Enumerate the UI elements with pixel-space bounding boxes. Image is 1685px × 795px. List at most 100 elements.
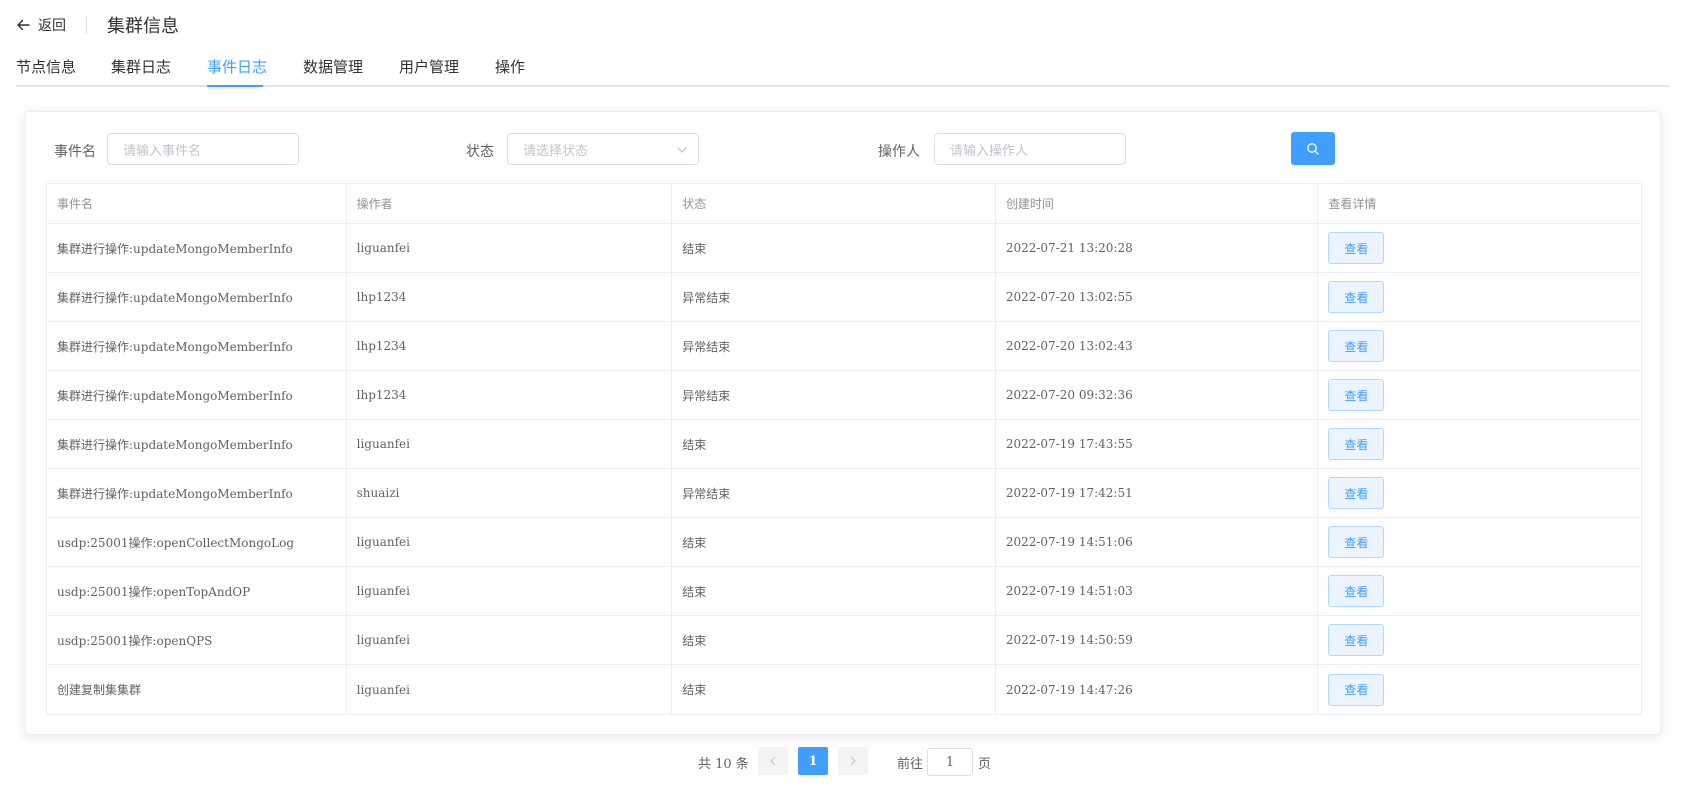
tab-bar: 节点信息 集群日志 事件日志 数据管理 用户管理 操作 [16, 52, 1670, 87]
status-cell: 结束 [672, 616, 996, 664]
details-cell: 查看 [1318, 224, 1641, 272]
event-name-cell: usdp:25001操作:openQPS [47, 616, 347, 664]
view-button[interactable]: 查看 [1328, 379, 1385, 411]
tab-node-info[interactable]: 节点信息 [16, 56, 76, 87]
event-name-cell: 集群进行操作:updateMongoMemberInfo [47, 322, 347, 370]
status-cell: 异常结束 [672, 273, 996, 321]
created-time-cell: 2022-07-19 17:43:55 [996, 420, 1319, 468]
page-header: 返回 集群信息 [16, 12, 179, 38]
table-row: 集群进行操作:updateMongoMemberInfo liguanfei 结… [47, 420, 1641, 469]
event-name-input[interactable]: 请输入事件名 [107, 133, 299, 165]
event-name-cell: 创建复制集集群 [47, 665, 347, 714]
operator-cell: liguanfei [347, 420, 673, 468]
event-table: 事件名 操作者 状态 创建时间 查看详情 集群进行操作:updateMongoM… [46, 183, 1642, 715]
status-select[interactable]: 请选择状态 [507, 133, 699, 165]
status-cell: 异常结束 [672, 371, 996, 419]
search-button[interactable] [1291, 132, 1335, 165]
table-row: usdp:25001操作:openQPS liguanfei 结束 2022-0… [47, 616, 1641, 665]
tab-cluster-log[interactable]: 集群日志 [111, 56, 171, 87]
status-cell: 结束 [672, 518, 996, 566]
event-name-cell: usdp:25001操作:openTopAndOP [47, 567, 347, 615]
table-row: 集群进行操作:updateMongoMemberInfo shuaizi 异常结… [47, 469, 1641, 518]
table-row: 创建复制集集群 liguanfei 结束 2022-07-19 14:47:26… [47, 665, 1641, 714]
event-name-cell: 集群进行操作:updateMongoMemberInfo [47, 224, 347, 272]
tab-user-management[interactable]: 用户管理 [399, 56, 459, 87]
status-placeholder: 请选择状态 [523, 143, 589, 159]
column-header: 创建时间 [996, 184, 1319, 223]
event-name-cell: usdp:25001操作:openCollectMongoLog [47, 518, 347, 566]
operator-cell: lhp1234 [347, 273, 673, 321]
details-cell: 查看 [1318, 518, 1641, 566]
table-header: 事件名 操作者 状态 创建时间 查看详情 [47, 184, 1641, 224]
operator-cell: shuaizi [347, 469, 673, 517]
active-tab-indicator [207, 85, 263, 87]
chevron-down-icon [677, 147, 687, 153]
created-time-cell: 2022-07-19 14:51:06 [996, 518, 1319, 566]
table-row: 集群进行操作:updateMongoMemberInfo lhp1234 异常结… [47, 273, 1641, 322]
operator-label: 操作人 [878, 144, 920, 160]
details-cell: 查看 [1318, 665, 1641, 714]
status-cell: 结束 [672, 224, 996, 272]
event-name-cell: 集群进行操作:updateMongoMemberInfo [47, 469, 347, 517]
created-time-cell: 2022-07-19 14:51:03 [996, 567, 1319, 615]
tab-operations[interactable]: 操作 [495, 56, 525, 87]
created-time-cell: 2022-07-19 14:50:59 [996, 616, 1319, 664]
details-cell: 查看 [1318, 616, 1641, 664]
status-cell: 结束 [672, 567, 996, 615]
created-time-cell: 2022-07-19 14:47:26 [996, 665, 1319, 714]
view-button[interactable]: 查看 [1328, 281, 1385, 313]
search-icon [1307, 142, 1319, 155]
goto-label: 前往 [897, 757, 924, 772]
header-divider [86, 17, 87, 33]
tab-event-log[interactable]: 事件日志 [207, 56, 267, 87]
event-name-label: 事件名 [54, 144, 96, 160]
chevron-left-icon [770, 756, 776, 766]
view-button[interactable]: 查看 [1328, 624, 1385, 656]
prev-page-button[interactable] [758, 747, 788, 775]
goto-page-input[interactable]: 1 [927, 748, 973, 776]
operator-cell: liguanfei [347, 567, 673, 615]
arrow-left-icon [17, 19, 30, 31]
column-header: 查看详情 [1328, 197, 1377, 211]
back-button[interactable]: 返回 [16, 15, 66, 35]
event-name-cell: 集群进行操作:updateMongoMemberInfo [47, 273, 347, 321]
column-header: 事件名 [47, 184, 347, 223]
status-cell: 异常结束 [672, 322, 996, 370]
operator-cell: lhp1234 [347, 322, 673, 370]
event-name-placeholder: 请输入事件名 [123, 143, 202, 159]
column-header: 操作者 [347, 184, 673, 223]
operator-cell: liguanfei [347, 518, 673, 566]
details-cell: 查看 [1318, 469, 1641, 517]
table-row: usdp:25001操作:openTopAndOP liguanfei 结束 2… [47, 567, 1641, 616]
view-button[interactable]: 查看 [1328, 428, 1385, 460]
tab-data-management[interactable]: 数据管理 [303, 56, 363, 87]
page-unit-label: 页 [978, 757, 992, 772]
pagination: 共 10 条 1 前往 1 页 [0, 747, 1685, 777]
event-name-cell: 集群进行操作:updateMongoMemberInfo [47, 420, 347, 468]
view-button[interactable]: 查看 [1328, 232, 1385, 264]
created-time-cell: 2022-07-20 09:32:36 [996, 371, 1319, 419]
table-row: 集群进行操作:updateMongoMemberInfo lhp1234 异常结… [47, 322, 1641, 371]
created-time-cell: 2022-07-20 13:02:43 [996, 322, 1319, 370]
operator-input[interactable]: 请输入操作人 [934, 133, 1126, 165]
view-button[interactable]: 查看 [1328, 575, 1385, 607]
page-number-current[interactable]: 1 [798, 747, 828, 775]
event-name-cell: 集群进行操作:updateMongoMemberInfo [47, 371, 347, 419]
created-time-cell: 2022-07-19 17:42:51 [996, 469, 1319, 517]
view-button[interactable]: 查看 [1328, 673, 1385, 706]
view-button[interactable]: 查看 [1328, 477, 1385, 509]
details-cell: 查看 [1318, 273, 1641, 321]
view-button[interactable]: 查看 [1328, 330, 1385, 362]
table-row: usdp:25001操作:openCollectMongoLog liguanf… [47, 518, 1641, 567]
table-row: 集群进行操作:updateMongoMemberInfo liguanfei 结… [47, 224, 1641, 273]
view-button[interactable]: 查看 [1328, 526, 1385, 558]
pagination-total: 共 10 条 [698, 757, 749, 772]
page-title: 集群信息 [107, 16, 179, 37]
back-label: 返回 [38, 18, 66, 34]
chevron-right-icon [850, 756, 856, 766]
next-page-button[interactable] [838, 747, 868, 775]
status-cell: 结束 [672, 665, 996, 714]
created-time-cell: 2022-07-21 13:20:28 [996, 224, 1319, 272]
table-row: 集群进行操作:updateMongoMemberInfo lhp1234 异常结… [47, 371, 1641, 420]
details-cell: 查看 [1318, 322, 1641, 370]
